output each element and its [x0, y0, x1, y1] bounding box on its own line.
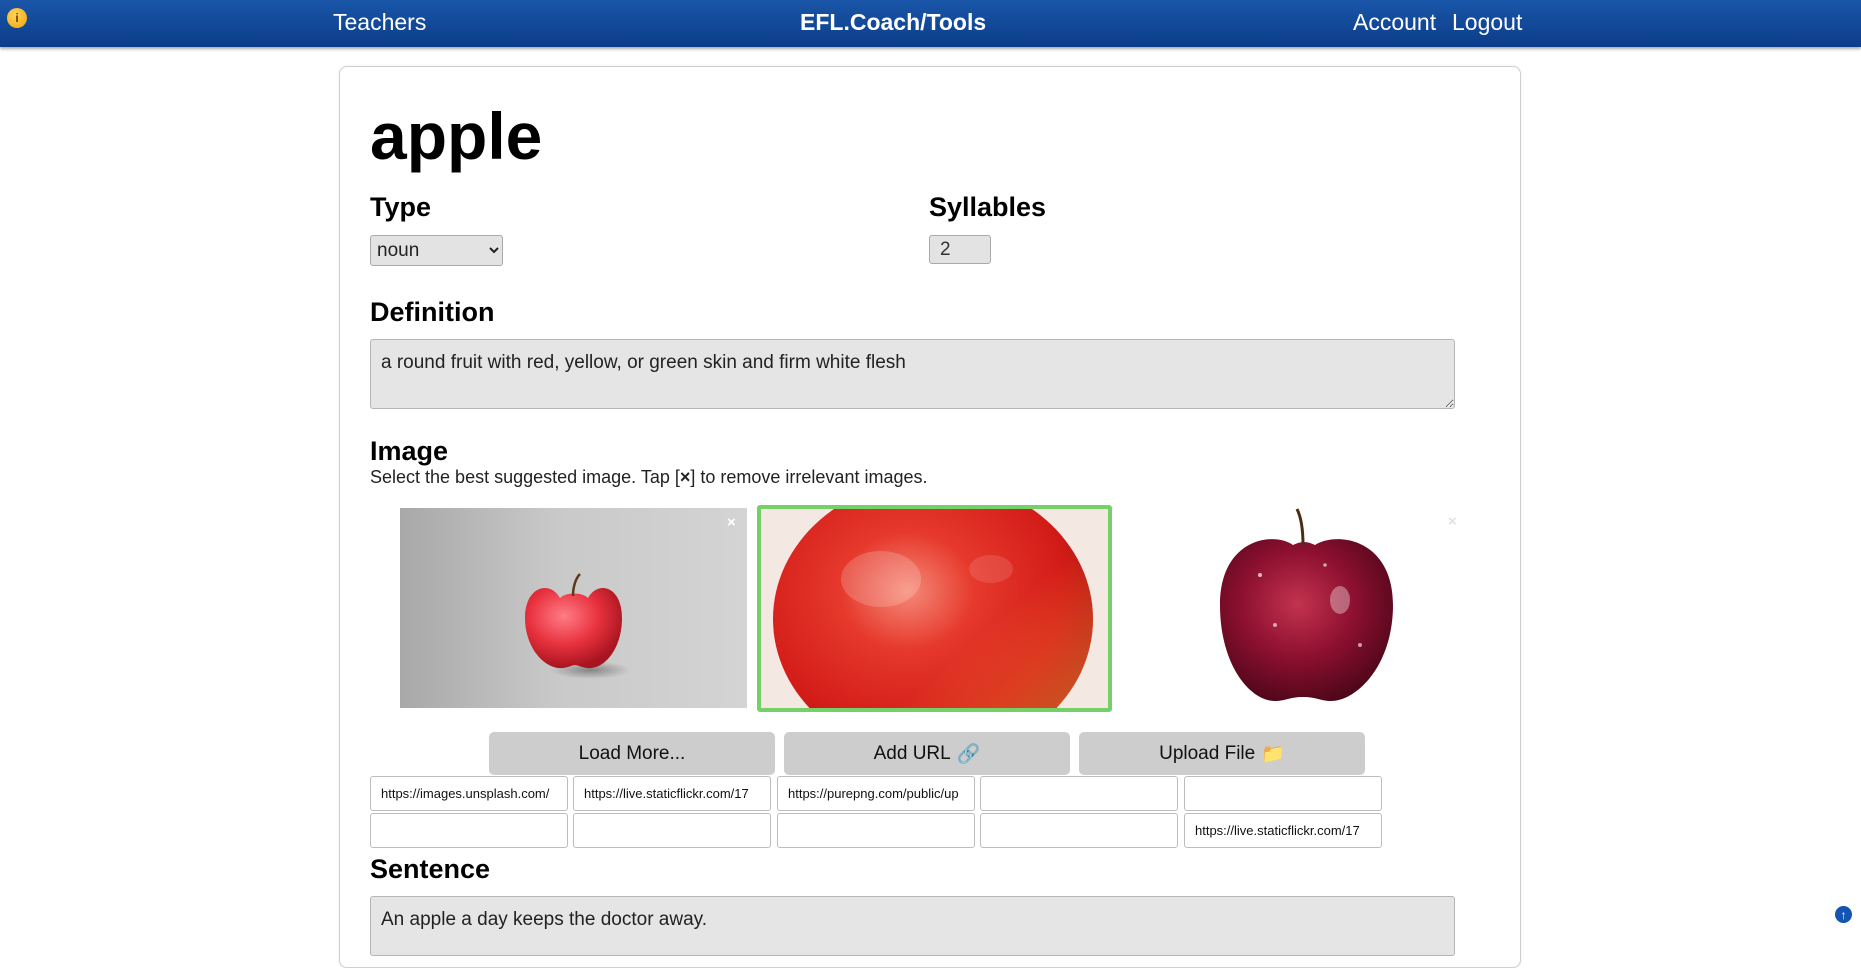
brand-link[interactable]: EFL.Coach/Tools: [800, 9, 986, 36]
image-hint-text-start: Select the best suggested image. Tap [: [370, 467, 680, 487]
image-url-field[interactable]: [777, 813, 975, 848]
folder-icon: 📁: [1261, 743, 1285, 765]
info-icon[interactable]: i: [7, 8, 27, 28]
image-url-field[interactable]: [1184, 813, 1382, 848]
image-url-field[interactable]: [980, 813, 1178, 848]
image-url-field[interactable]: [370, 776, 568, 811]
image-hint-x: ×: [679, 467, 691, 487]
sentence-textarea[interactable]: An apple a day keeps the doctor away.: [370, 896, 1455, 956]
top-nav-bar: i Teachers EFL.Coach/Tools Account Logou…: [0, 0, 1861, 47]
upload-file-label: Upload File: [1159, 742, 1256, 764]
image-url-field[interactable]: [573, 776, 771, 811]
image-url-field[interactable]: [370, 813, 568, 848]
definition-label: Definition: [370, 297, 495, 327]
image-suggestion-2-selected[interactable]: [757, 505, 1112, 712]
syllables-input[interactable]: [929, 235, 991, 264]
image-url-field[interactable]: [1184, 776, 1382, 811]
nav-account-link[interactable]: Account: [1353, 9, 1436, 36]
upload-file-button[interactable]: Upload File 📁: [1079, 732, 1365, 775]
type-select[interactable]: noun: [370, 235, 503, 266]
image-url-field[interactable]: [777, 776, 975, 811]
word-title: apple: [370, 99, 543, 173]
image-hint: Select the best suggested image. Tap [×]…: [370, 467, 927, 488]
link-icon: 🔗: [956, 743, 981, 765]
sentence-label: Sentence: [370, 854, 491, 884]
image-label: Image: [370, 436, 449, 466]
load-more-button[interactable]: Load More...: [489, 732, 775, 775]
definition-textarea[interactable]: a round fruit with red, yellow, or green…: [370, 339, 1455, 409]
image-hint-text-end: ] to remove irrelevant images.: [690, 467, 928, 487]
image-url-field[interactable]: [573, 813, 771, 848]
add-url-button[interactable]: Add URL 🔗: [784, 732, 1070, 775]
apple-photo-grey-background: [525, 573, 630, 679]
nav-logout-link[interactable]: Logout: [1452, 9, 1522, 36]
image-url-field[interactable]: [980, 776, 1178, 811]
load-more-label: Load More...: [578, 742, 686, 764]
type-label: Type: [370, 192, 432, 222]
remove-image-3-button[interactable]: ×: [1448, 514, 1457, 529]
apple-photo-white-background: [1220, 508, 1393, 701]
add-url-label: Add URL: [873, 742, 951, 764]
image-suggestion-3[interactable]: [1125, 505, 1481, 712]
apple-photo-closeup: [761, 509, 1108, 708]
nav-teachers-link[interactable]: Teachers: [333, 9, 426, 36]
syllables-label: Syllables: [929, 192, 1047, 222]
remove-image-1-button[interactable]: ×: [727, 515, 736, 530]
scroll-to-top-icon[interactable]: ↑: [1835, 906, 1852, 923]
image-suggestion-1[interactable]: [400, 508, 747, 708]
